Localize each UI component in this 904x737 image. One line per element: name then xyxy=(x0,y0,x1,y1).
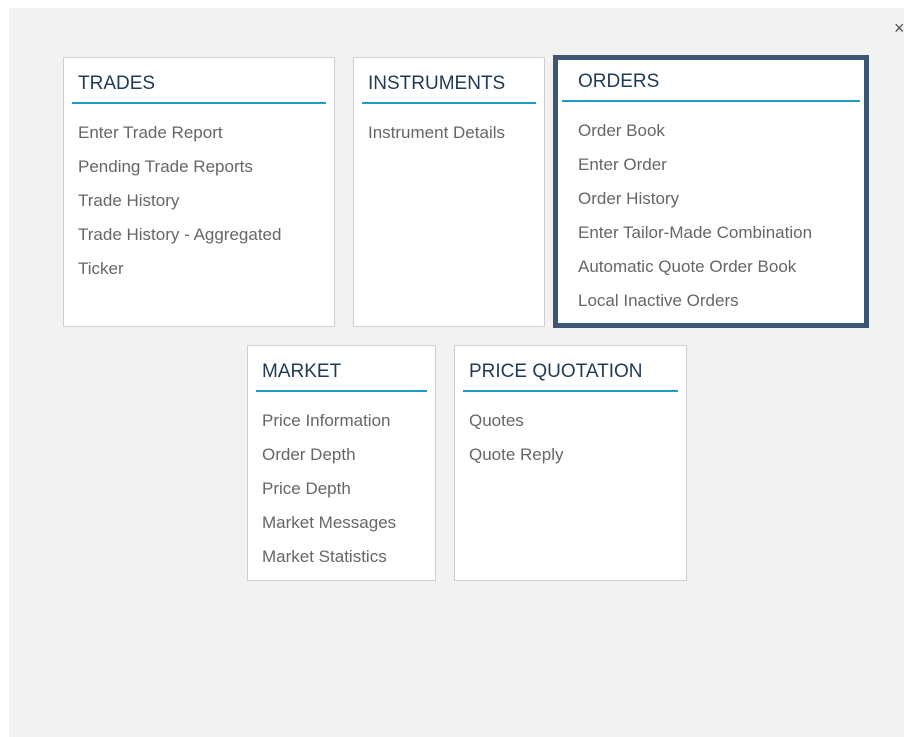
panel-title: PRICE QUOTATION xyxy=(469,361,643,382)
panel-title: ORDERS xyxy=(578,71,660,92)
title-underline xyxy=(562,100,860,102)
trades-panel: TRADES Enter Trade Report Pending Trade … xyxy=(63,57,335,327)
menu-list: Order Book Enter Order Order History Ent… xyxy=(578,116,812,320)
orders-panel: ORDERS Order Book Enter Order Order Hist… xyxy=(553,55,869,328)
menu-item-quote-reply[interactable]: Quote Reply xyxy=(469,440,564,474)
menu-item-enter-order[interactable]: Enter Order xyxy=(578,150,812,184)
menu-item-trade-history[interactable]: Trade History xyxy=(78,186,281,220)
menu-list: Price Information Order Depth Price Dept… xyxy=(262,406,396,576)
title-underline xyxy=(463,390,678,392)
panel-title: TRADES xyxy=(78,73,156,94)
menu-item-market-statistics[interactable]: Market Statistics xyxy=(262,542,396,576)
menu-item-quotes[interactable]: Quotes xyxy=(469,406,564,440)
menu-item-order-book[interactable]: Order Book xyxy=(578,116,812,150)
menu-list: Instrument Details xyxy=(368,118,505,152)
menu-item-automatic-quote-order-book[interactable]: Automatic Quote Order Book xyxy=(578,252,812,286)
price-quotation-panel: PRICE QUOTATION Quotes Quote Reply xyxy=(454,345,687,581)
menu-item-enter-trade-report[interactable]: Enter Trade Report xyxy=(78,118,281,152)
menu-list: Enter Trade Report Pending Trade Reports… xyxy=(78,118,281,288)
menu-item-local-inactive-orders[interactable]: Local Inactive Orders xyxy=(578,286,812,320)
menu-list: Quotes Quote Reply xyxy=(469,406,564,474)
menu-item-enter-tailor-made-combination[interactable]: Enter Tailor-Made Combination xyxy=(578,218,812,252)
menu-item-price-depth[interactable]: Price Depth xyxy=(262,474,396,508)
market-panel: MARKET Price Information Order Depth Pri… xyxy=(247,345,436,581)
panel-title: INSTRUMENTS xyxy=(368,73,506,94)
menu-item-instrument-details[interactable]: Instrument Details xyxy=(368,118,505,152)
menu-item-order-history[interactable]: Order History xyxy=(578,184,812,218)
title-underline xyxy=(362,102,536,104)
menu-item-pending-trade-reports[interactable]: Pending Trade Reports xyxy=(78,152,281,186)
title-underline xyxy=(256,390,427,392)
menu-item-order-depth[interactable]: Order Depth xyxy=(262,440,396,474)
instruments-panel: INSTRUMENTS Instrument Details xyxy=(353,57,545,327)
menu-item-market-messages[interactable]: Market Messages xyxy=(262,508,396,542)
close-icon[interactable]: × xyxy=(894,18,904,38)
menu-item-ticker[interactable]: Ticker xyxy=(78,254,281,288)
menu-item-price-information[interactable]: Price Information xyxy=(262,406,396,440)
title-underline xyxy=(72,102,326,104)
panel-title: MARKET xyxy=(262,361,342,382)
menu-item-trade-history-aggregated[interactable]: Trade History - Aggregated xyxy=(78,220,281,254)
